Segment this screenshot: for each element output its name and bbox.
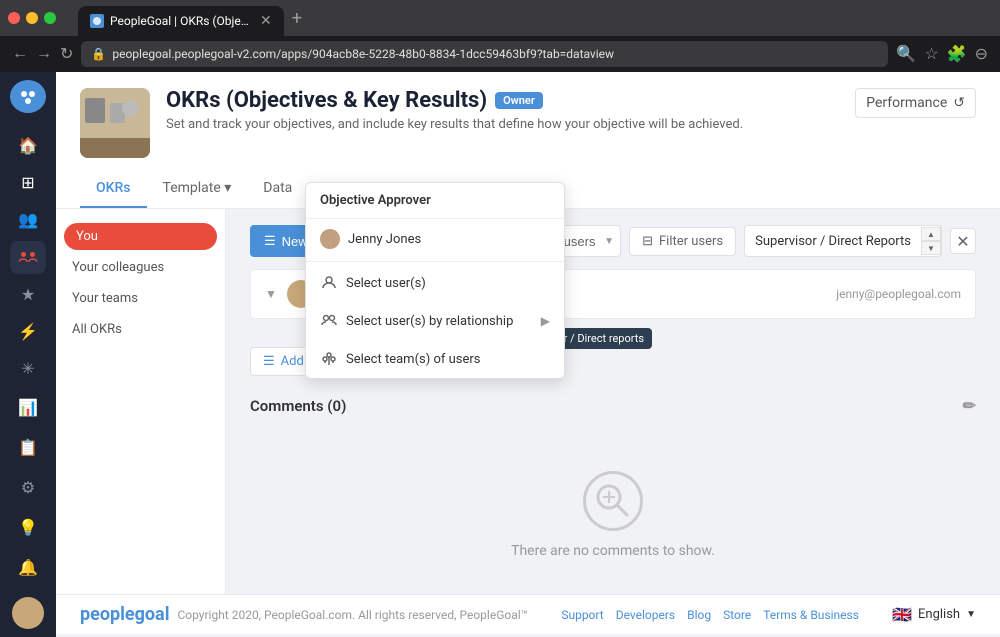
tab-template[interactable]: Template ▾ (147, 170, 248, 208)
flag-icon: 🇬🇧 (892, 605, 912, 624)
dropdown-select-teams[interactable]: Select team(s) of users (306, 340, 564, 378)
sidebar-item-bolt[interactable]: ⚡ (10, 315, 46, 348)
tab-data[interactable]: Data (247, 170, 308, 208)
sidebar-user-avatar[interactable] (12, 597, 44, 629)
sidebar-item-star[interactable]: ★ (10, 278, 46, 311)
footer-link-support[interactable]: Support (561, 608, 603, 622)
close-filter-btn[interactable]: ✕ (950, 228, 976, 254)
no-comments-icon (583, 471, 643, 531)
sidebar-item-users[interactable] (10, 241, 46, 274)
filter-label: Filter users (659, 234, 723, 249)
dropdown-jenny-jones[interactable]: Jenny Jones (306, 219, 564, 259)
user-icon (320, 274, 338, 292)
supervisor-down-btn[interactable]: ▼ (921, 241, 941, 255)
footer-copyright: Copyright 2020, PeopleGoal.com. All righ… (177, 608, 528, 622)
no-comments-text: There are no comments to show. (511, 543, 715, 559)
performance-label: Performance (866, 95, 947, 111)
edit-comments-icon[interactable]: ✏ (963, 396, 976, 415)
user-email: jenny@peoplegoal.com (836, 287, 961, 301)
page-title: OKRs (Objectives & Key Results) (166, 88, 487, 113)
dropdown-header: Objective Approver (306, 183, 564, 219)
new-okr-icon: ☰ (264, 233, 276, 249)
sidebar-item-asterisk[interactable]: ✳ (10, 352, 46, 385)
tab-favicon (90, 14, 104, 28)
sidebar-item-grid[interactable]: ⊞ (10, 166, 46, 199)
left-panel-teams[interactable]: Your teams (56, 283, 225, 314)
jenny-name: Jenny Jones (348, 232, 421, 247)
relationship-arrow: ▶ (541, 314, 550, 328)
star-btn[interactable]: ☆ (924, 44, 938, 64)
dropdown-divider-1 (306, 261, 564, 262)
sidebar-item-usergroup[interactable]: 👥 (10, 203, 46, 236)
supervisor-up-btn[interactable]: ▲ (921, 227, 941, 241)
select-users-label: Select user(s) (346, 276, 426, 291)
performance-button[interactable]: Performance ↺ (855, 88, 976, 118)
filter-icon: ⊟ (642, 234, 653, 249)
relationship-icon (320, 312, 338, 330)
jenny-avatar (320, 229, 340, 249)
forward-btn[interactable]: → (36, 45, 52, 63)
sidebar: 🏠 ⊞ 👥 ★ ⚡ ✳ 📊 📋 ⚙ 💡 🔔 (0, 72, 56, 637)
dropdown-select-by-relationship[interactable]: Select user(s) by relationship ▶ (306, 302, 564, 340)
footer: peoplegoal Copyright 2020, PeopleGoal.co… (56, 594, 1000, 634)
tab-close-btn[interactable]: ✕ (260, 13, 272, 29)
footer-link-store[interactable]: Store (723, 608, 751, 622)
left-panel-colleagues[interactable]: Your colleagues (56, 252, 225, 283)
supervisor-dropdown-label: Supervisor / Direct Reports (745, 234, 921, 249)
search-btn[interactable]: 🔍 (896, 44, 916, 64)
tab-title: PeopleGoal | OKRs (Objective... (110, 14, 250, 28)
footer-link-terms[interactable]: Terms & Business (763, 608, 859, 622)
comments-title: Comments (0) (250, 397, 346, 415)
sidebar-item-gear[interactable]: ⚙ (10, 469, 46, 505)
header-description: Set and track your objectives, and inclu… (166, 117, 839, 132)
left-panel: You Your colleagues Your teams All OKRs (56, 209, 226, 594)
team-icon (320, 350, 338, 368)
sidebar-item-home[interactable]: 🏠 (10, 129, 46, 162)
reload-btn[interactable]: ↻ (60, 44, 73, 64)
footer-language[interactable]: 🇬🇧 English ▼ (892, 605, 976, 624)
language-label: English (918, 607, 960, 622)
select-by-relationship-label: Select user(s) by relationship (346, 314, 513, 329)
extensions-btn[interactable]: 🧩 (947, 44, 967, 64)
sidebar-item-bell[interactable]: 🔔 (10, 549, 46, 585)
left-panel-all[interactable]: All OKRs (56, 314, 225, 345)
url-display: peoplegoal.peoplegoal-v2.com/apps/904acb… (112, 47, 614, 61)
footer-link-developers[interactable]: Developers (616, 608, 675, 622)
footer-link-blog[interactable]: Blog (687, 608, 711, 622)
sidebar-item-bulb[interactable]: 💡 (10, 509, 46, 545)
header-info: OKRs (Objectives & Key Results) Owner Se… (166, 88, 839, 132)
sidebar-item-list[interactable]: 📋 (10, 429, 46, 465)
back-btn[interactable]: ← (12, 45, 28, 63)
dropdown-select-users[interactable]: Select user(s) (306, 264, 564, 302)
add-icon: ☰ (263, 354, 275, 369)
sidebar-item-chart[interactable]: 📊 (10, 389, 46, 425)
comments-header: Comments (0) ✏ (250, 396, 976, 415)
expand-btn[interactable]: ▼ (265, 287, 277, 301)
dropdown-popup: Objective Approver Jenny Jones Select us… (305, 182, 565, 379)
tab-okrs[interactable]: OKRs (80, 170, 147, 208)
footer-links: Support Developers Blog Store Terms & Bu… (561, 608, 859, 622)
comments-section: Comments (0) ✏ (250, 396, 976, 594)
lock-icon: 🔒 (91, 47, 106, 61)
language-chevron: ▼ (966, 609, 976, 620)
owner-badge: Owner (495, 92, 543, 109)
comments-empty: There are no comments to show. (250, 431, 976, 594)
menu-btn[interactable]: ⊖ (975, 44, 988, 64)
filter-btn[interactable]: ⊟ Filter users (629, 227, 736, 256)
performance-icon: ↺ (953, 95, 965, 111)
left-panel-you[interactable]: You (64, 223, 217, 250)
app-header-image (80, 88, 150, 158)
new-tab-btn[interactable]: + (292, 8, 302, 29)
supervisor-arrows[interactable]: ▲ ▼ (921, 227, 941, 255)
footer-logo: peoplegoal (80, 604, 169, 625)
select-teams-label: Select team(s) of users (346, 352, 481, 367)
sidebar-logo[interactable] (10, 80, 46, 113)
